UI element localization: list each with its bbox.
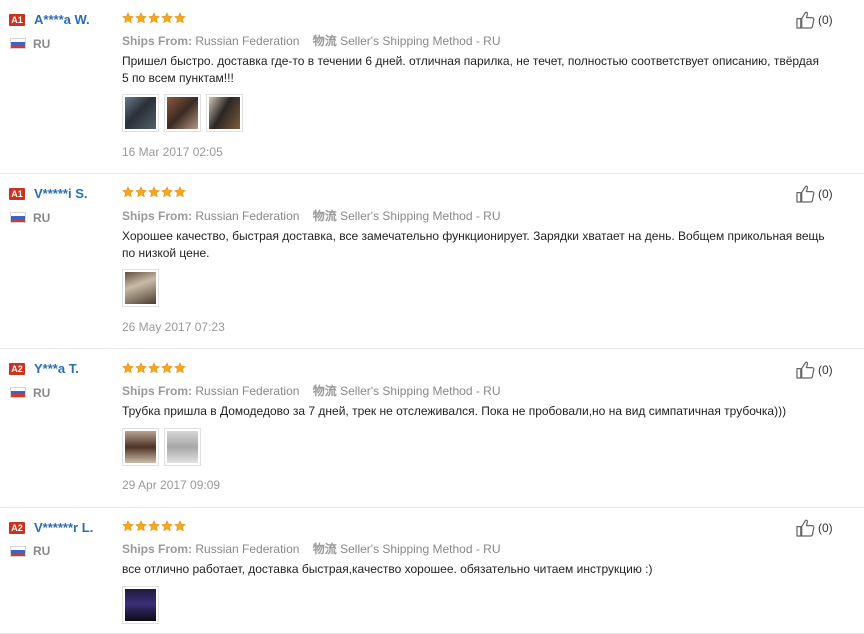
buyer-level-badge: A2 (9, 363, 25, 375)
reviewer-country: RU (33, 386, 51, 400)
reviewer-country: RU (33, 37, 51, 51)
review-date: 26 May 2017 07:23 (122, 320, 225, 334)
star-icon (135, 362, 147, 374)
shipping-method-value: Seller's Shipping Method - RU (340, 34, 501, 48)
like-count: (0) (818, 187, 833, 201)
helpful-like-button[interactable]: (0) (796, 11, 833, 29)
review-photo-thumbnail[interactable] (206, 94, 243, 132)
shipping-info: Ships From: Russian Federation 物流 Seller… (122, 32, 501, 49)
star-icon (122, 12, 134, 24)
helpful-like-button[interactable]: (0) (796, 361, 833, 379)
thumbs-up-icon (796, 185, 815, 203)
like-count: (0) (818, 521, 833, 535)
shipping-method-label: 物流 (312, 542, 337, 556)
star-icon (135, 520, 147, 532)
helpful-like-button[interactable]: (0) (796, 519, 833, 537)
shipping-info: Ships From: Russian Federation 物流 Seller… (122, 382, 501, 399)
star-icon (161, 12, 173, 24)
review-photo-thumbnail[interactable] (122, 94, 159, 132)
review-photo-thumbnail[interactable] (164, 94, 201, 132)
ships-from-value: Russian Federation (195, 209, 300, 223)
buyer-level-badge: A1 (9, 14, 25, 26)
star-icon (135, 186, 147, 198)
star-rating (122, 12, 186, 25)
shipping-info: Ships From: Russian Federation 物流 Seller… (122, 540, 501, 557)
shipping-info: Ships From: Russian Federation 物流 Seller… (122, 207, 501, 224)
reviewer-country: RU (33, 544, 51, 558)
star-rating (122, 520, 186, 533)
star-rating (122, 186, 186, 199)
russia-flag-icon (10, 387, 26, 398)
ships-from-label: Ships From: (122, 34, 193, 48)
star-icon (161, 186, 173, 198)
review-item: A2 V******r L. RU (0) Ships From: Russia… (0, 508, 864, 634)
star-icon (148, 186, 160, 198)
review-photos (122, 586, 159, 624)
russia-flag-icon (10, 212, 26, 223)
ships-from-label: Ships From: (122, 542, 193, 556)
review-photos (122, 428, 201, 466)
shipping-method-value: Seller's Shipping Method - RU (340, 209, 501, 223)
star-icon (148, 362, 160, 374)
reviewer-name[interactable]: A****a W. (34, 12, 90, 27)
reviewer-name[interactable]: V******r L. (34, 520, 93, 535)
shipping-method-label: 物流 (312, 384, 337, 398)
star-icon (122, 362, 134, 374)
reviewer-name[interactable]: V*****i S. (34, 186, 87, 201)
star-icon (174, 186, 186, 198)
star-icon (174, 362, 186, 374)
star-icon (148, 12, 160, 24)
thumbs-up-icon (796, 11, 815, 29)
review-photos (122, 269, 159, 307)
reviewer-name[interactable]: Y***a T. (34, 361, 79, 376)
review-text: Хорошее качество, быстрая доставка, все … (122, 229, 825, 260)
review-date: 29 Apr 2017 09:09 (122, 478, 221, 492)
review-photo-thumbnail[interactable] (122, 269, 159, 307)
review-photo-thumbnail[interactable] (122, 586, 159, 624)
thumbs-up-icon (796, 519, 815, 537)
review-item: A2 Y***a T. RU (0) Ships From: Russian F… (0, 349, 864, 508)
star-icon (161, 362, 173, 374)
review-date: 16 Mar 2017 02:05 (122, 145, 223, 159)
review-item: A1 A****a W. RU (0) Ships From: Russian … (0, 0, 864, 174)
star-icon (122, 186, 134, 198)
buyer-level-badge: A2 (9, 522, 25, 534)
review-text: все отлично работает, доставка быстрая,к… (122, 562, 653, 576)
shipping-method-value: Seller's Shipping Method - RU (340, 384, 501, 398)
ships-from-label: Ships From: (122, 209, 193, 223)
shipping-method-label: 物流 (312, 34, 337, 48)
ships-from-label: Ships From: (122, 384, 193, 398)
star-icon (148, 520, 160, 532)
helpful-like-button[interactable]: (0) (796, 185, 833, 203)
star-icon (122, 520, 134, 532)
review-photo-thumbnail[interactable] (122, 428, 159, 466)
review-photo-thumbnail[interactable] (164, 428, 201, 466)
ships-from-value: Russian Federation (195, 34, 300, 48)
like-count: (0) (818, 363, 833, 377)
star-icon (161, 520, 173, 532)
thumbs-up-icon (796, 361, 815, 379)
russia-flag-icon (10, 546, 26, 557)
star-icon (135, 12, 147, 24)
review-photos (122, 94, 243, 132)
reviewer-country: RU (33, 211, 51, 225)
russia-flag-icon (10, 38, 26, 49)
star-rating (122, 362, 186, 375)
shipping-method-label: 物流 (312, 209, 337, 223)
like-count: (0) (818, 13, 833, 27)
review-text: Пришел быстро. доставка где-то в течении… (122, 54, 819, 85)
review-text: Трубка пришла в Домодедово за 7 дней, тр… (122, 404, 787, 418)
star-icon (174, 520, 186, 532)
star-icon (174, 12, 186, 24)
buyer-level-badge: A1 (9, 188, 25, 200)
review-item: A1 V*****i S. RU (0) Ships From: Russian… (0, 174, 864, 349)
ships-from-value: Russian Federation (195, 384, 300, 398)
shipping-method-value: Seller's Shipping Method - RU (340, 542, 501, 556)
ships-from-value: Russian Federation (195, 542, 300, 556)
